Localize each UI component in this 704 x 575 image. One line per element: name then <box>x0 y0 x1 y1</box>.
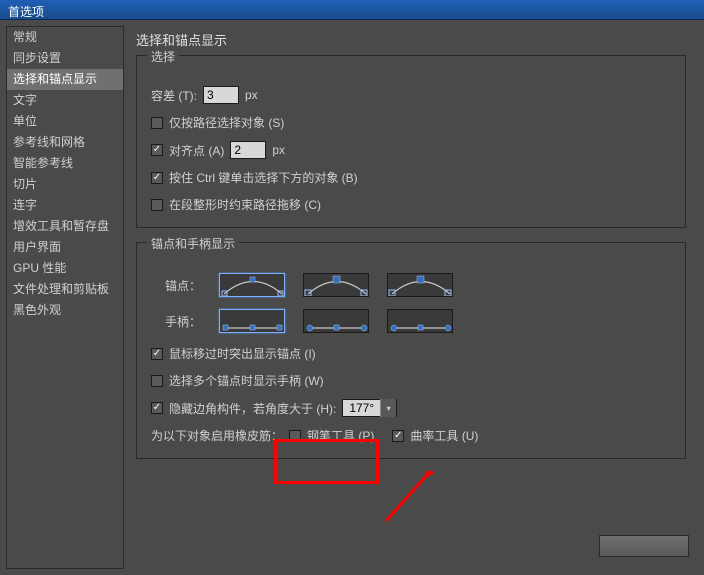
multi-anchor-checkbox[interactable] <box>151 375 163 387</box>
ctrl-click-checkbox[interactable] <box>151 172 163 184</box>
hide-corner-label: 隐藏边角构件，若角度大于 (H): <box>169 400 336 417</box>
chevron-down-icon: ▾ <box>380 399 396 417</box>
reshape-checkbox[interactable] <box>151 199 163 211</box>
anchor-style-3[interactable] <box>387 273 453 297</box>
curve-tool-checkbox[interactable] <box>392 430 404 442</box>
hide-corner-checkbox[interactable] <box>151 402 163 414</box>
curve-tool-label: 曲率工具 (U) <box>410 427 478 444</box>
reshape-label: 在段整形时约束路径拖移 (C) <box>169 196 321 213</box>
sidebar-item[interactable]: 智能参考线 <box>7 153 123 174</box>
content-panel: 选择和锚点显示 选择 容差 (T): px 仅按路径选择对象 (S) 对齐点 (… <box>124 26 698 569</box>
selection-group: 选择 容差 (T): px 仅按路径选择对象 (S) 对齐点 (A) px 按住… <box>136 55 686 228</box>
sidebar: 常规同步设置选择和锚点显示文字单位参考线和网格智能参考线切片连字增效工具和暂存盘… <box>6 26 124 569</box>
highlight-hover-checkbox[interactable] <box>151 348 163 360</box>
multi-anchor-label: 选择多个锚点时显示手柄 (W) <box>169 372 324 389</box>
sidebar-item[interactable]: 黑色外观 <box>7 300 123 321</box>
ctrl-click-label: 按住 Ctrl 键单击选择下方的对象 (B) <box>169 169 358 186</box>
sidebar-item[interactable]: 用户界面 <box>7 237 123 258</box>
path-select-checkbox[interactable] <box>151 117 163 129</box>
rubber-prefix-label: 为以下对象启用橡皮筋： <box>151 427 283 444</box>
anchor-display-group: 锚点和手柄显示 锚点： 手柄： <box>136 242 686 459</box>
path-select-label: 仅按路径选择对象 (S) <box>169 114 284 131</box>
window-title: 首选项 <box>8 5 44 19</box>
sidebar-item[interactable]: 单位 <box>7 111 123 132</box>
tolerance-label: 容差 (T): <box>151 87 197 104</box>
annotation-arrow-icon <box>364 471 434 531</box>
group-title: 锚点和手柄显示 <box>147 235 239 252</box>
tolerance-unit: px <box>245 88 258 102</box>
handle-label: 手柄： <box>159 313 201 330</box>
snap-input[interactable] <box>230 141 266 159</box>
page-title: 选择和锚点显示 <box>136 30 686 49</box>
snap-checkbox[interactable] <box>151 144 163 156</box>
handle-style-1[interactable] <box>219 309 285 333</box>
sidebar-item[interactable]: GPU 性能 <box>7 258 123 279</box>
group-title: 选择 <box>147 48 179 65</box>
highlight-hover-label: 鼠标移过时突出显示锚点 (I) <box>169 345 316 362</box>
titlebar: 首选项 <box>0 0 704 20</box>
anchor-style-2[interactable] <box>303 273 369 297</box>
sidebar-item[interactable]: 切片 <box>7 174 123 195</box>
sidebar-item[interactable]: 参考线和网格 <box>7 132 123 153</box>
tolerance-input[interactable] <box>203 86 239 104</box>
snap-unit: px <box>272 143 285 157</box>
handle-style-2[interactable] <box>303 309 369 333</box>
anchor-style-1[interactable] <box>219 273 285 297</box>
sidebar-item[interactable]: 文字 <box>7 90 123 111</box>
sidebar-item[interactable]: 文件处理和剪贴板 <box>7 279 123 300</box>
hide-corner-dropdown[interactable]: 177° ▾ <box>342 399 397 417</box>
dialog-button[interactable] <box>599 535 689 557</box>
sidebar-item[interactable]: 选择和锚点显示 <box>7 69 123 90</box>
sidebar-item[interactable]: 增效工具和暂存盘 <box>7 216 123 237</box>
dropdown-value: 177° <box>343 401 380 415</box>
sidebar-item[interactable]: 连字 <box>7 195 123 216</box>
pen-tool-checkbox[interactable] <box>289 430 301 442</box>
snap-label: 对齐点 (A) <box>169 142 224 159</box>
dialog-buttons <box>599 535 689 560</box>
pen-tool-label: 钢笔工具 (P) <box>307 427 374 444</box>
sidebar-item[interactable]: 常规 <box>7 27 123 48</box>
sidebar-item[interactable]: 同步设置 <box>7 48 123 69</box>
anchor-label: 锚点： <box>159 277 201 294</box>
handle-style-3[interactable] <box>387 309 453 333</box>
